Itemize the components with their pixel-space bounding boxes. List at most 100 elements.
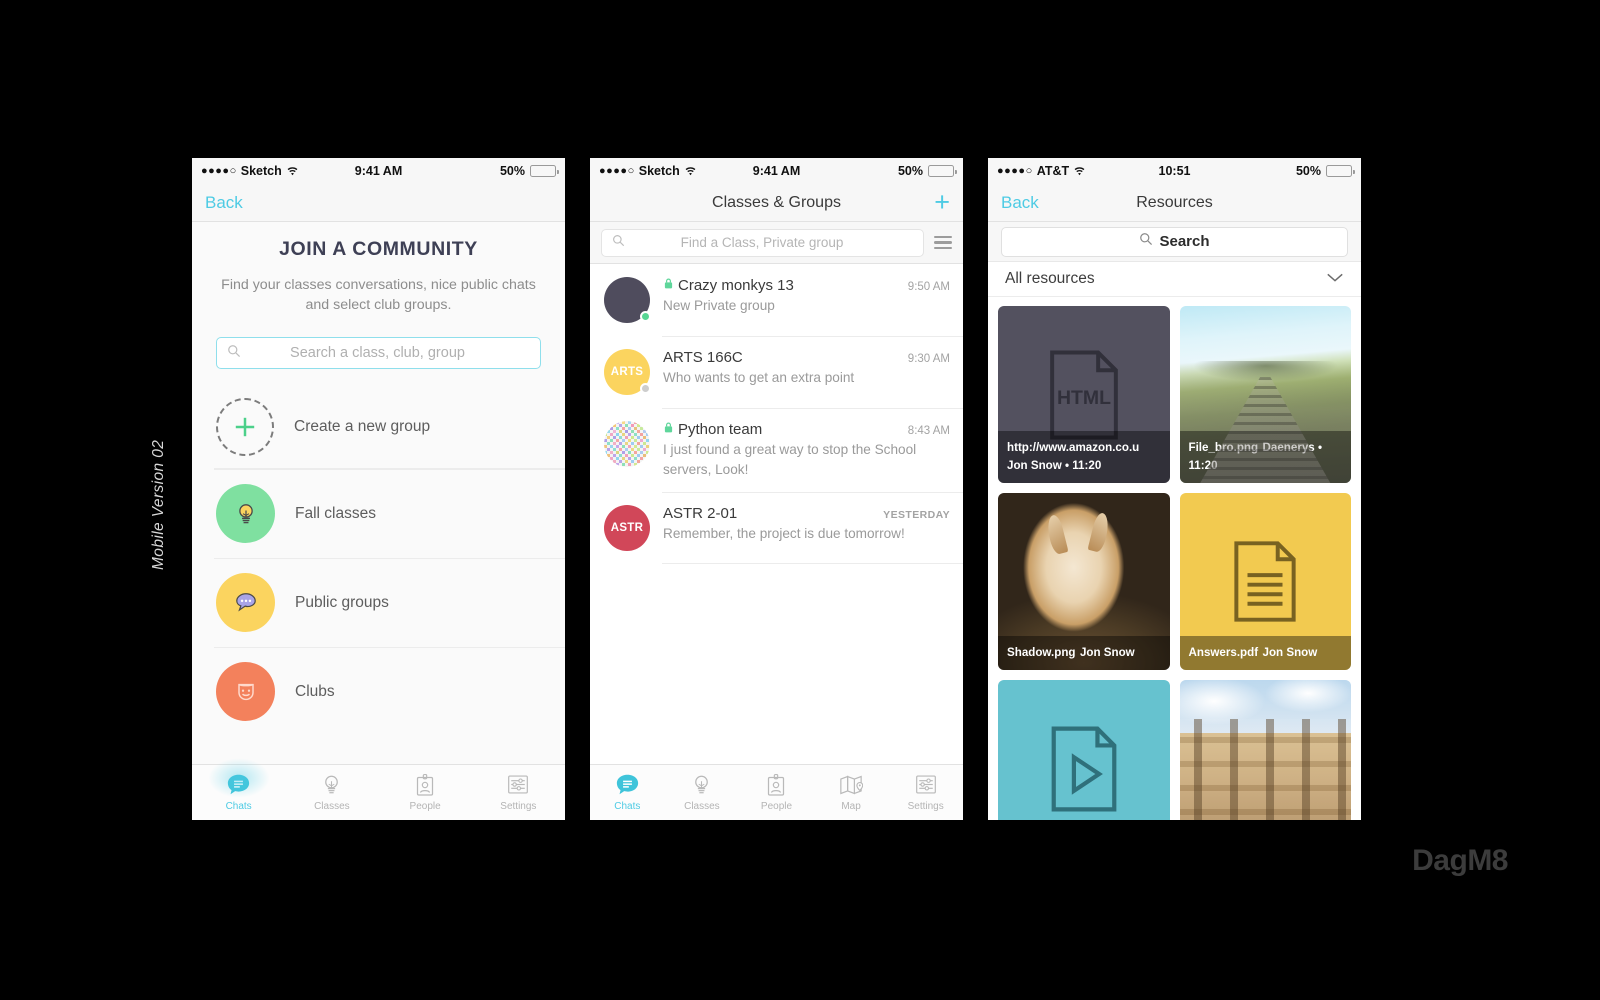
side-caption: Mobile Version 02 (150, 439, 167, 570)
lightbulb-icon (238, 503, 253, 524)
carrier-label: Sketch (240, 164, 282, 178)
add-group-button[interactable]: + (934, 189, 950, 216)
tab-label: Map (841, 801, 861, 812)
plus-icon (235, 418, 255, 437)
chat-timestamp: 9:30 AM (907, 353, 950, 365)
list-item-create-new-group[interactable]: Create a new group (192, 385, 565, 470)
presence-dot (640, 383, 651, 394)
tab-map[interactable]: Map (814, 772, 889, 812)
table-row[interactable]: Python team 8:43 AM I just found a great… (590, 408, 963, 492)
signal-dots-icon: ●●●●○ (599, 165, 635, 177)
wifi-icon (1073, 166, 1086, 177)
video-file-icon (1051, 726, 1117, 812)
clock-label: 9:41 AM (752, 164, 801, 178)
html-file-icon: HTML (1049, 350, 1118, 440)
back-button[interactable]: Back (205, 193, 243, 213)
theater-mask-icon (237, 683, 254, 700)
tab-settings[interactable]: Settings (888, 772, 963, 812)
community-list: Create a new group Fall classes Public g… (192, 385, 565, 736)
search-icon (1139, 232, 1153, 251)
chat-name: ASTR 2-01 (663, 505, 738, 523)
search-placeholder: Search a class, club, group (290, 345, 465, 362)
sliders-icon (507, 772, 529, 797)
chat-name-row: Crazy monkys 13 (663, 277, 794, 294)
status-bar: ●●●●○ AT&T 10:51 50% (988, 158, 1361, 184)
search-icon (227, 344, 241, 363)
tab-people[interactable]: People (739, 772, 814, 812)
resource-tile-building-photo[interactable] (1179, 680, 1351, 820)
chat-preview: Remember, the project is due tomorrow! (663, 526, 905, 542)
tab-label: People (760, 801, 793, 812)
tile-title: Answers.pdf (1188, 646, 1259, 660)
table-row[interactable]: ARTS ARTS 166C 9:30 AM Who wants to get … (590, 336, 963, 408)
nav-bar: Back Resources (988, 184, 1361, 222)
tab-chats[interactable]: Chats (590, 772, 665, 812)
hero-block: JOIN A COMMUNITY Find your classes conve… (192, 222, 565, 315)
tile-title: File_bro.png (1188, 441, 1259, 455)
lightbulb-icon (320, 772, 343, 797)
resource-tile-html-link[interactable]: HTML http://www.amazon.co.u Jon Snow • 1… (998, 306, 1170, 484)
filter-list-icon[interactable] (934, 235, 952, 250)
dashed-circle (216, 398, 274, 457)
resource-tile-video[interactable] (998, 680, 1170, 820)
table-row[interactable]: Crazy monkys 13 9:50 AM New Private grou… (590, 264, 963, 336)
tab-settings[interactable]: Settings (472, 772, 565, 812)
resource-tile-shadow-png[interactable]: Shadow.png Jon Snow (998, 493, 1170, 671)
chat-name: Python team (678, 421, 763, 438)
tab-chats[interactable]: Chats (192, 758, 285, 812)
search-input[interactable]: Find a Class, Private group (601, 228, 924, 257)
chat-name-row: ARTS 166C (663, 349, 743, 366)
back-button[interactable]: Back (1001, 193, 1039, 213)
lock-icon (663, 277, 674, 294)
page-title: Resources (1136, 193, 1213, 211)
avatar-public-groups (216, 573, 275, 633)
chat-timestamp: YESTERDAY (883, 509, 950, 522)
list-item-public-groups[interactable]: Public groups (192, 558, 565, 647)
phone-screen-resources: ●●●●○ AT&T 10:51 50% Back Resources Sear… (988, 158, 1361, 820)
tab-bar: Chats Classes People Settings (192, 758, 565, 820)
search-input[interactable]: Search (1001, 226, 1348, 257)
chat-name-row: Python team (663, 421, 762, 438)
avatar: ARTS (604, 349, 651, 395)
wifi-icon (684, 166, 697, 177)
chat-name: ARTS 166C (663, 349, 743, 366)
list-item-clubs[interactable]: Clubs (192, 647, 565, 736)
search-label: Search (1159, 233, 1210, 251)
list-item-fall-classes[interactable]: Fall classes (192, 469, 565, 558)
tab-label: Classes (314, 801, 350, 812)
chat-timestamp: 8:43 AM (907, 425, 950, 437)
tile-title: http://www.amazon.co.u (1007, 441, 1140, 455)
list-item-label: Fall classes (295, 504, 376, 522)
chevron-down-icon (1326, 270, 1344, 288)
clock-label: 10:51 (1158, 164, 1191, 178)
lock-icon (663, 421, 674, 438)
resource-tile-file-bro-png[interactable]: File_bro.png Daenerys • 11:20 (1179, 306, 1351, 484)
search-placeholder: Find a Class, Private group (680, 235, 844, 250)
watermark: DagM8 (1412, 844, 1508, 877)
battery-icon (1326, 165, 1356, 177)
map-pin-icon (839, 772, 864, 797)
search-icon (612, 234, 625, 252)
resource-filter-label: All resources (1005, 270, 1095, 288)
tab-classes[interactable]: Classes (665, 772, 740, 812)
resource-tile-answers-pdf[interactable]: Answers.pdf Jon Snow (1179, 493, 1351, 671)
avatar-initials: ASTR (610, 522, 644, 535)
search-input[interactable]: Search a class, club, group (216, 337, 541, 370)
tile-title: Shadow.png (1007, 646, 1076, 660)
pdf-file-icon (1234, 541, 1296, 622)
list-item-label: Clubs (295, 682, 335, 700)
tile-caption: Shadow.png Jon Snow (998, 636, 1170, 671)
phone-screen-join-community: ●●●●○ Sketch 9:41 AM 50% Back JOIN A COM… (192, 158, 565, 820)
search-field-wrap: Search a class, club, group (192, 315, 565, 370)
resource-filter-dropdown[interactable]: All resources (988, 262, 1361, 298)
tab-people[interactable]: People (379, 772, 472, 812)
tab-classes[interactable]: Classes (285, 772, 378, 812)
presence-dot (640, 311, 651, 322)
page-title: JOIN A COMMUNITY (279, 238, 478, 260)
chat-list: Crazy monkys 13 9:50 AM New Private grou… (590, 264, 963, 565)
table-row[interactable]: ASTR ASTR 2-01 YESTERDAY Remember, the p… (590, 492, 963, 565)
page-subtitle: Find your classes conversations, nice pu… (221, 277, 536, 314)
tab-label: Settings (500, 801, 537, 812)
tab-label: Chats (225, 801, 252, 812)
tile-meta: Jon Snow (1079, 646, 1135, 660)
